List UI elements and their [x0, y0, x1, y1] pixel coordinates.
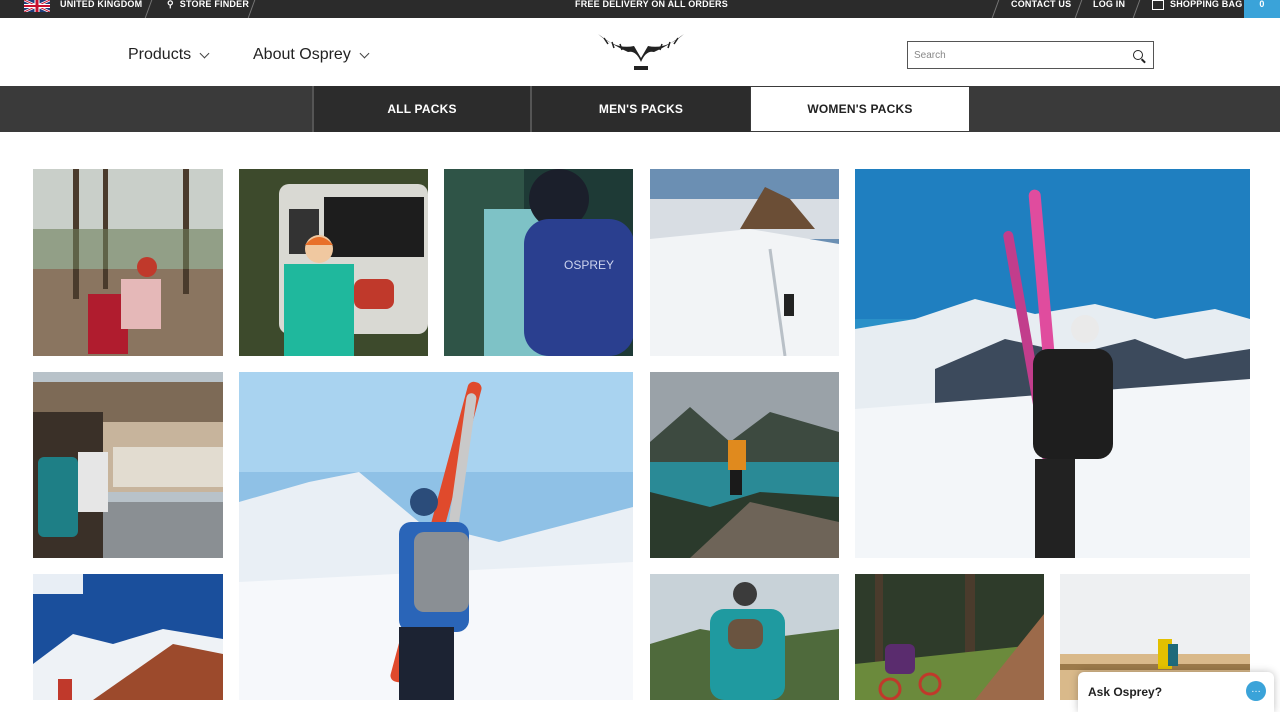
chevron-down-icon [199, 48, 210, 58]
gallery-image[interactable] [239, 372, 633, 700]
gallery-image[interactable] [239, 169, 428, 356]
search-icon[interactable] [1133, 50, 1143, 60]
tab-mens-packs[interactable]: MEN'S PACKS [532, 86, 750, 132]
nav-products-label: Products [128, 46, 192, 63]
hiker-forest-image [33, 169, 223, 356]
uk-flag-icon [24, 0, 50, 12]
woman-city-view-image [33, 372, 223, 558]
bag-count-badge[interactable]: 0 [1244, 0, 1280, 18]
country-label: UNITED KINGDOM [60, 0, 143, 9]
divider [144, 0, 153, 18]
gallery-image[interactable] [33, 169, 223, 356]
osprey-logo[interactable] [596, 28, 686, 76]
shopping-bag-link[interactable]: SHOPPING BAG [1152, 0, 1242, 18]
chat-bubble-icon[interactable]: … [1246, 681, 1266, 701]
gallery-image[interactable] [650, 372, 839, 558]
log-in-link[interactable]: LOG IN [1093, 0, 1125, 18]
location-pin-icon: ⚲ [167, 0, 174, 9]
teal-pack-dog-image [650, 574, 839, 700]
mountain-peaks-image [33, 574, 223, 700]
chat-label: Ask Osprey? [1088, 685, 1163, 699]
gallery-image[interactable] [855, 169, 1250, 558]
lake-overlook-image [650, 372, 839, 558]
gallery-image[interactable] [855, 574, 1044, 700]
nav-about-osprey[interactable]: About Osprey [253, 46, 370, 64]
search-box[interactable] [907, 41, 1154, 69]
chevron-down-icon [359, 48, 370, 58]
gallery-image[interactable] [33, 574, 223, 700]
utility-bar: UNITED KINGDOM ⚲ STORE FINDER FREE DELIV… [0, 0, 1280, 18]
gallery-image[interactable] [33, 372, 223, 558]
mountain-biker-image [855, 574, 1044, 700]
contact-us-link[interactable]: CONTACT US [1011, 0, 1071, 18]
divider [1132, 0, 1141, 18]
gallery-image[interactable] [650, 169, 839, 356]
blue-pack-image: OSPREY [444, 169, 633, 356]
tab-all-packs[interactable]: ALL PACKS [314, 86, 530, 132]
nav-products[interactable]: Products [128, 46, 210, 64]
country-selector[interactable]: UNITED KINGDOM [24, 0, 142, 18]
search-input[interactable] [908, 42, 1118, 68]
chat-widget[interactable]: Ask Osprey? … [1078, 672, 1274, 712]
store-finder-link[interactable]: ⚲ STORE FINDER [167, 0, 249, 18]
store-finder-label: STORE FINDER [179, 0, 250, 9]
skier-blue-jacket-image [239, 372, 633, 700]
promo-text: FREE DELIVERY ON ALL ORDERS [575, 0, 728, 9]
shopping-bag-icon [1152, 0, 1164, 10]
skier-pink-skis-image [855, 169, 1250, 558]
gallery-image[interactable]: OSPREY [444, 169, 633, 356]
woman-jeep-image [239, 169, 428, 356]
snow-mountain-image [650, 169, 839, 356]
nav-about-label: About Osprey [253, 46, 351, 63]
shopping-bag-label: SHOPPING BAG [1170, 0, 1243, 9]
main-header: Products About Osprey [0, 18, 1280, 86]
category-tabs: ALL PACKS MEN'S PACKS WOMEN'S PACKS [0, 86, 1280, 132]
svg-text:OSPREY: OSPREY [564, 258, 614, 272]
gallery-image[interactable] [650, 574, 839, 700]
divider [991, 0, 1000, 18]
tab-womens-packs[interactable]: WOMEN'S PACKS [751, 87, 969, 131]
divider [1074, 0, 1083, 18]
